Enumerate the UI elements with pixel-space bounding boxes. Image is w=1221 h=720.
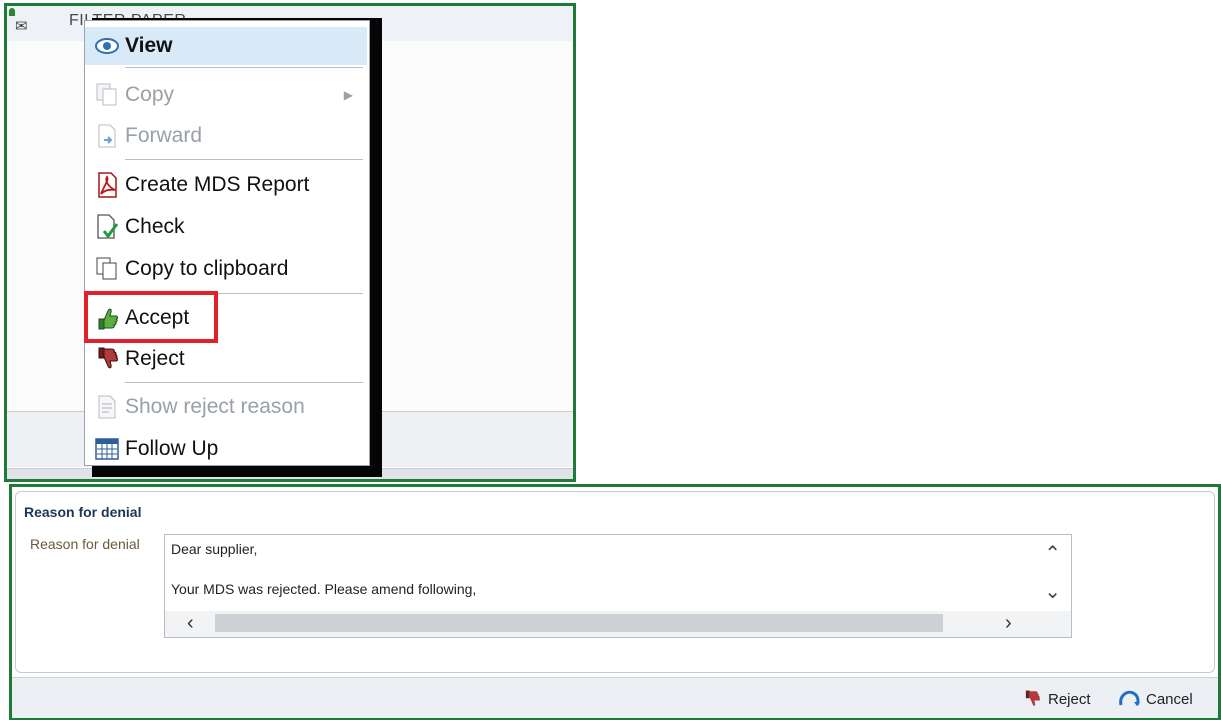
menu-item-label: Check: [125, 215, 185, 238]
reason-field-label: Reason for denial: [30, 536, 140, 552]
textarea-line: Your MDS was rejected. Please amend foll…: [171, 581, 477, 597]
scroll-left-icon[interactable]: ‹: [187, 612, 194, 635]
menu-item-show-reject-reason[interactable]: Show reject reason: [85, 388, 367, 426]
scroll-up-icon[interactable]: ⌃: [1044, 541, 1061, 566]
menu-item-label: Reject: [125, 347, 185, 370]
reject-reason-dialog-panel: Reason for denial Reason for denial Dear…: [9, 484, 1221, 720]
cancel-icon: [1118, 689, 1140, 709]
dialog-title: Reason for denial: [24, 504, 142, 520]
thumbs-down-icon: [1022, 689, 1042, 709]
menu-separator: [125, 382, 363, 383]
check-document-icon: [93, 214, 121, 240]
forward-document-icon: [93, 123, 121, 149]
menu-item-copy-to-clipboard[interactable]: Copy to clipboard: [85, 250, 367, 288]
menu-item-check[interactable]: Check: [85, 208, 367, 246]
menu-item-label: Copy: [125, 83, 175, 106]
menu-item-follow-up[interactable]: Follow Up: [85, 430, 367, 468]
reject-button-label: Reject: [1048, 690, 1091, 708]
menu-separator: [125, 159, 363, 160]
scroll-down-icon[interactable]: ⌄: [1044, 579, 1061, 604]
menu-item-reject[interactable]: Reject: [85, 340, 367, 378]
clipboard-icon: [93, 256, 121, 282]
horizontal-scrollbar[interactable]: ‹ ›: [165, 611, 1071, 637]
menu-item-label: Create MDS Report: [125, 173, 310, 196]
menu-item-view[interactable]: View: [85, 27, 367, 65]
submenu-arrow-icon: ▶: [343, 88, 353, 102]
menu-item-copy[interactable]: Copy ▶: [85, 76, 367, 114]
reason-textarea[interactable]: Dear supplier, Your MDS was rejected. Pl…: [164, 534, 1072, 638]
calendar-icon: [93, 436, 121, 462]
envelope-icon: ✉: [15, 18, 28, 35]
flag-icon: [9, 8, 15, 16]
dialog-footer: Reject Cancel: [12, 677, 1218, 718]
thumbs-down-icon: [93, 346, 121, 372]
menu-item-label: Follow Up: [125, 437, 219, 460]
textarea-line: Dear supplier,: [171, 541, 258, 557]
menu-item-label: Show reject reason: [125, 395, 305, 418]
menu-separator: [125, 67, 363, 68]
dialog-box: Reason for denial Reason for denial Dear…: [15, 491, 1215, 673]
menu-item-forward[interactable]: Forward: [85, 117, 367, 155]
reject-button[interactable]: Reject: [1022, 689, 1091, 709]
document-icon: [93, 394, 121, 420]
accept-highlight-box: [84, 291, 218, 343]
context-menu: View Copy ▶ Forward Create MDS Report Ch…: [84, 20, 370, 466]
menu-item-label: Copy to clipboard: [125, 257, 289, 280]
cancel-button-label: Cancel: [1146, 690, 1193, 708]
copy-icon: [93, 82, 121, 108]
scrollbar-thumb[interactable]: [215, 614, 943, 632]
cancel-button[interactable]: Cancel: [1118, 689, 1193, 709]
menu-item-label: View: [125, 34, 173, 57]
menu-item-create-mds-report[interactable]: Create MDS Report: [85, 166, 367, 204]
menu-item-label: Forward: [125, 124, 203, 147]
pdf-icon: [93, 172, 121, 198]
scroll-right-icon[interactable]: ›: [1005, 612, 1012, 635]
eye-icon: [93, 33, 121, 59]
